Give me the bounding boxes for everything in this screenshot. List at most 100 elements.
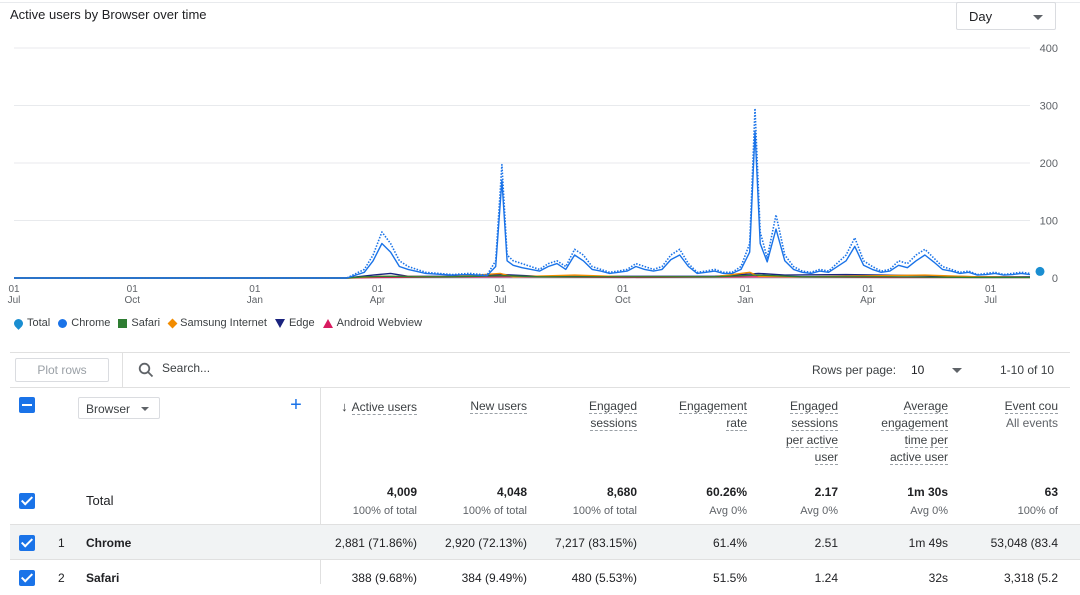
x-tick-day: 01	[740, 284, 752, 295]
legend-pin-icon	[12, 316, 25, 330]
series-end-marker	[1035, 266, 1045, 276]
total-subtext: 100% of total	[462, 505, 527, 517]
page-range: 1-10 of 10	[1000, 363, 1055, 377]
column-header[interactable]: New users	[427, 398, 527, 415]
search-icon	[138, 362, 154, 378]
y-tick-label: 0	[1052, 273, 1058, 285]
chart-legend: Total Chrome Safari Samsung Internet Edge And…	[12, 315, 430, 331]
total-value: 2.17	[814, 485, 838, 499]
legend-label: Edge	[288, 317, 315, 329]
total-subtext: 100% of total	[352, 505, 417, 517]
x-tick-month: Jul	[8, 295, 21, 306]
column-header-label: Engaged	[789, 399, 838, 414]
total-subtext: Avg 0%	[910, 505, 948, 517]
total-subtext: 100% of	[1017, 505, 1058, 517]
total-value: 60.26%	[706, 485, 747, 499]
column-header[interactable]: ↓ Active users	[317, 398, 417, 416]
series-line-chrome	[14, 130, 1031, 279]
row-cell: 1.24	[814, 571, 838, 585]
x-tick-month: Oct	[615, 295, 631, 306]
column-header[interactable]: Event cou All events	[958, 398, 1058, 432]
row-cell: 3,318 (5.2	[1003, 571, 1058, 585]
row-checkbox[interactable]	[19, 535, 35, 551]
y-tick-label: 200	[1040, 158, 1058, 170]
legend-item[interactable]: Chrome	[58, 317, 110, 329]
row-cell: 2.51	[814, 536, 838, 550]
granularity-select[interactable]: Day	[956, 2, 1056, 30]
x-tick-month: Oct	[124, 295, 140, 306]
x-tick-month: Apr	[370, 295, 386, 306]
total-label: Total	[86, 493, 114, 508]
column-header[interactable]: Engaged sessions per active user	[748, 398, 838, 466]
table-row[interactable]: 1 Chrome 2,881 (71.86%) 2,920 (72.13%) 7,217…	[10, 524, 1080, 560]
sort-arrow-down-icon: ↓	[341, 399, 348, 414]
column-header-label: engagement	[881, 416, 948, 431]
total-value: 4,009	[386, 485, 417, 499]
column-header-label: time per	[904, 433, 948, 448]
column-header-label: Active users	[351, 400, 417, 415]
table-row[interactable]: 2 Safari 388 (9.68%) 384 (9.49%) 480 (5.53%)…	[10, 559, 1080, 595]
legend-item[interactable]: Total	[12, 316, 51, 330]
column-header-label: New users	[470, 399, 527, 414]
row-cell: 32s	[928, 571, 948, 585]
x-tick-month: Apr	[860, 295, 876, 306]
row-cell: 2,920 (72.13%)	[444, 536, 527, 550]
row-cell: 2,881 (71.86%)	[334, 536, 417, 550]
x-tick-month: Jul	[984, 295, 997, 306]
y-tick-label: 300	[1040, 101, 1058, 113]
column-header[interactable]: Engagement rate	[647, 398, 747, 432]
column-header[interactable]: Engaged sessions	[537, 398, 637, 432]
y-tick-label: 100	[1040, 216, 1058, 228]
dimension-select[interactable]: Browser	[78, 397, 160, 419]
y-tick-label: 400	[1040, 43, 1058, 55]
x-tick-day: 01	[862, 284, 874, 295]
chart-title: Active users by Browser over time	[10, 7, 207, 22]
chevron-down-icon	[1033, 15, 1043, 20]
row-number: 2	[58, 571, 65, 585]
x-tick-day: 01	[8, 284, 20, 295]
total-subtext: Avg 0%	[800, 505, 838, 517]
search-input[interactable]	[162, 361, 362, 375]
total-value: 8,680	[606, 485, 637, 499]
legend-label: Samsung Internet	[180, 317, 267, 329]
x-tick-day: 01	[127, 284, 139, 295]
active-users-line-chart: 400300200100001Jul01Oct01Jan01Apr01Jul01…	[8, 43, 1058, 306]
column-header-label: sessions	[791, 416, 838, 431]
legend-tri-down-icon	[274, 318, 285, 328]
x-tick-month: Jan	[737, 295, 753, 306]
total-checkbox[interactable]	[19, 493, 35, 509]
add-icon[interactable]: +	[288, 395, 304, 415]
rows-per-page-select[interactable]: 10	[906, 358, 968, 382]
legend-diamond-icon	[167, 318, 178, 328]
rows-per-page-value: 10	[911, 363, 925, 377]
chevron-down-icon	[952, 368, 962, 373]
select-all-checkbox[interactable]	[19, 397, 35, 413]
total-value: 4,048	[496, 485, 527, 499]
total-subtext: 100% of total	[572, 505, 637, 517]
legend-label: Safari	[131, 317, 161, 329]
granularity-value: Day	[969, 9, 993, 24]
legend-tri-up-icon	[322, 318, 333, 328]
x-tick-day: 01	[495, 284, 507, 295]
legend-label: Android Webview	[336, 317, 423, 329]
total-subtext: Avg 0%	[709, 505, 747, 517]
row-browser-name: Chrome	[86, 536, 132, 550]
series-line-total	[14, 107, 1031, 279]
row-cell: 7,217 (83.15%)	[554, 536, 637, 550]
legend-label: Total	[27, 317, 51, 329]
legend-item[interactable]: Samsung Internet	[167, 317, 267, 329]
x-tick-day: 01	[372, 284, 384, 295]
total-value: 63	[1044, 485, 1058, 499]
column-header[interactable]: Average engagement time per active user	[848, 398, 948, 466]
legend-item[interactable]: Safari	[118, 317, 160, 329]
x-tick-day: 01	[249, 284, 261, 295]
table-toolbar: Plot rows Rows per page: 10 1-10 of 10	[10, 352, 1070, 388]
legend-item[interactable]: Edge	[274, 317, 315, 329]
row-number: 1	[58, 536, 65, 550]
plot-rows-button[interactable]: Plot rows	[15, 358, 109, 382]
legend-item[interactable]: Android Webview	[322, 317, 423, 329]
row-cell: 480 (5.53%)	[571, 571, 637, 585]
row-cell: 53,048 (83.4	[990, 536, 1058, 550]
total-value: 1m 30s	[907, 485, 948, 499]
chevron-down-icon	[141, 407, 149, 411]
